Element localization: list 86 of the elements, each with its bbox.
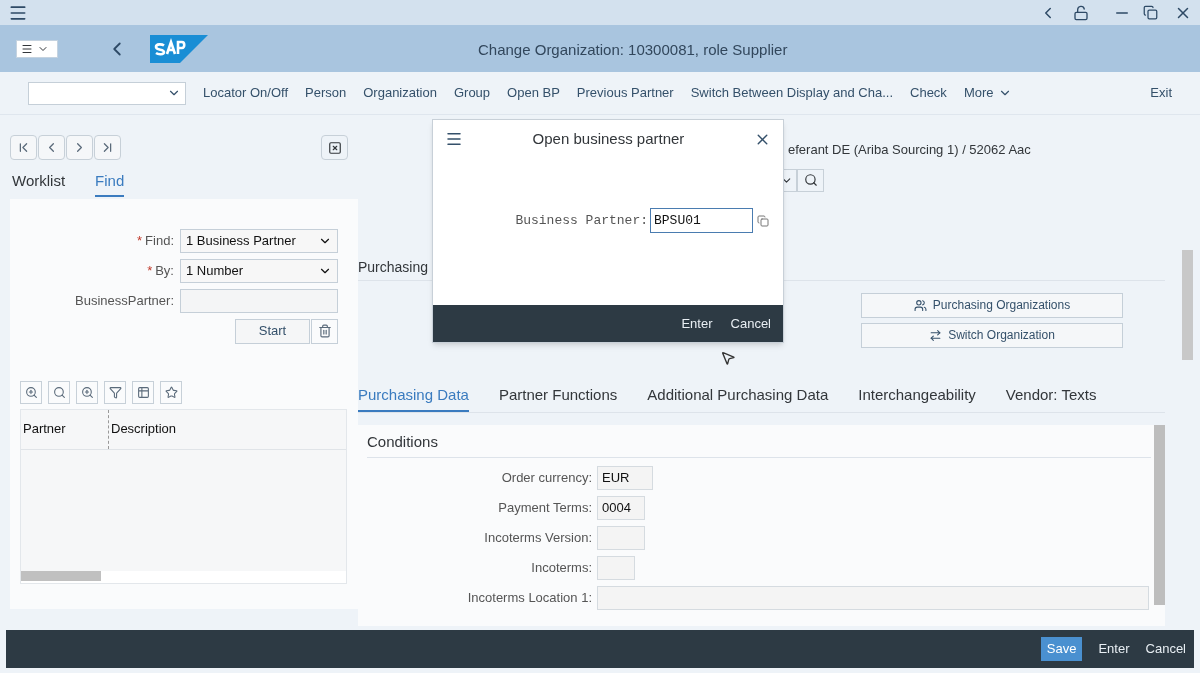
table-tool-button[interactable]	[76, 380, 98, 404]
toolbar-button[interactable]: Group	[453, 83, 491, 103]
people-icon	[913, 298, 927, 312]
input-field[interactable]	[180, 288, 338, 313]
dropdown-field[interactable]: 1 Number	[180, 258, 338, 283]
table-icon	[136, 385, 150, 399]
dialog-title: Open business partner	[531, 128, 686, 149]
partner-header: eferant DE (Ariba Sourcing 1) / 52062 Aac	[788, 141, 1031, 159]
field-label: By:	[155, 261, 174, 280]
field-label: Order currency:	[500, 468, 593, 487]
menu-icon	[21, 42, 33, 55]
table-tool-button[interactable]	[160, 380, 182, 404]
field-label: Incoterms Location 1:	[466, 588, 593, 607]
dropdown-field[interactable]: 1 Business Partner	[180, 228, 338, 253]
toolbar-button[interactable]: Locator On/Off	[203, 83, 289, 103]
filter-icon	[108, 385, 122, 399]
panel-tab[interactable]: Find	[95, 170, 125, 197]
nav-button[interactable]	[66, 135, 93, 160]
footer-button[interactable]: Enter	[1098, 639, 1130, 659]
zoom-icon	[24, 385, 38, 399]
table-tool-button[interactable]	[132, 380, 154, 404]
detail-tab[interactable]: Interchangeability	[858, 383, 976, 412]
menu-dropdown[interactable]	[16, 39, 58, 58]
input-field[interactable]	[597, 585, 1149, 610]
action-button[interactable]: Purchasing Organizations	[861, 292, 1123, 318]
table-tool-button[interactable]	[48, 380, 70, 404]
toolbar-button[interactable]: Previous Partner	[576, 83, 674, 103]
close-icon	[327, 140, 342, 155]
action-button[interactable]: Switch Organization	[861, 322, 1123, 348]
restore-icon[interactable]	[1143, 5, 1158, 20]
arrows-icon	[929, 328, 943, 342]
delete-button[interactable]	[311, 318, 338, 344]
toolbar-button[interactable]: Organization	[363, 83, 437, 103]
exit-button[interactable]: Exit	[1150, 83, 1172, 103]
scrollbar-thumb[interactable]	[21, 570, 101, 581]
panel-tab[interactable]: Worklist	[12, 170, 66, 197]
value-help-icon[interactable]	[757, 214, 769, 227]
lock-icon[interactable]	[1073, 4, 1089, 21]
footer-button[interactable]: Cancel	[1145, 639, 1186, 659]
zoom-icon	[80, 385, 94, 399]
search-icon	[52, 385, 66, 399]
column-header[interactable]: Description	[109, 409, 346, 449]
input-field[interactable]: BPSU01	[650, 208, 753, 233]
toolbar-button[interactable]: Open BP	[507, 83, 560, 103]
field-label: BusinessPartner:	[75, 291, 174, 310]
detail-tab[interactable]: Additional Purchasing Data	[647, 383, 829, 412]
nav-button[interactable]	[94, 135, 121, 160]
nav-button[interactable]	[38, 135, 65, 160]
trash-icon	[317, 324, 332, 338]
dialog-button[interactable]: Enter	[681, 313, 713, 334]
scrollbar-thumb[interactable]	[1154, 425, 1165, 605]
nav-button[interactable]	[10, 135, 37, 160]
table-tool-button[interactable]	[20, 380, 42, 404]
field-label: Incoterms:	[530, 558, 593, 577]
detail-tab[interactable]: Vendor: Texts	[1005, 383, 1097, 412]
window-title: Change Organization: 10300081, role Supplier	[478, 40, 788, 60]
start-button[interactable]: Start	[235, 318, 310, 344]
detail-tab[interactable]: Partner Functions	[498, 383, 618, 412]
close-panel-button[interactable]	[321, 135, 348, 160]
detail-tab[interactable]: Purchasing Data	[358, 383, 469, 412]
command-field[interactable]	[28, 81, 186, 105]
search-button[interactable]	[797, 168, 824, 192]
field-label: Business Partner:	[515, 211, 648, 230]
star-icon	[164, 385, 178, 399]
field-label: Incoterms Version:	[483, 528, 593, 547]
scrollbar-thumb[interactable]	[1182, 250, 1193, 360]
more-button[interactable]: More	[963, 83, 1012, 103]
input-field[interactable]	[597, 555, 635, 580]
section-title: Conditions	[367, 431, 1151, 458]
field-label: Payment Terms:	[497, 498, 593, 517]
search-icon	[803, 173, 818, 187]
column-header[interactable]: Partner	[21, 409, 109, 449]
dialog-button[interactable]: Cancel	[730, 313, 771, 334]
menu-icon[interactable]	[445, 130, 463, 148]
toolbar-button[interactable]: Switch Between Display and Cha...	[690, 83, 893, 103]
input-field[interactable]: 0004	[597, 495, 645, 520]
input-field[interactable]: EUR	[597, 465, 653, 490]
field-label: Find:	[145, 231, 174, 250]
toolbar-button[interactable]: Person	[305, 83, 347, 103]
required-mark: *	[147, 261, 153, 280]
table-tool-button[interactable]	[104, 380, 126, 404]
cursor-icon	[720, 350, 736, 366]
input-field[interactable]	[597, 525, 645, 550]
toolbar-button[interactable]: Check	[910, 83, 947, 103]
logo-icon	[150, 34, 208, 63]
required-mark: *	[137, 231, 143, 250]
